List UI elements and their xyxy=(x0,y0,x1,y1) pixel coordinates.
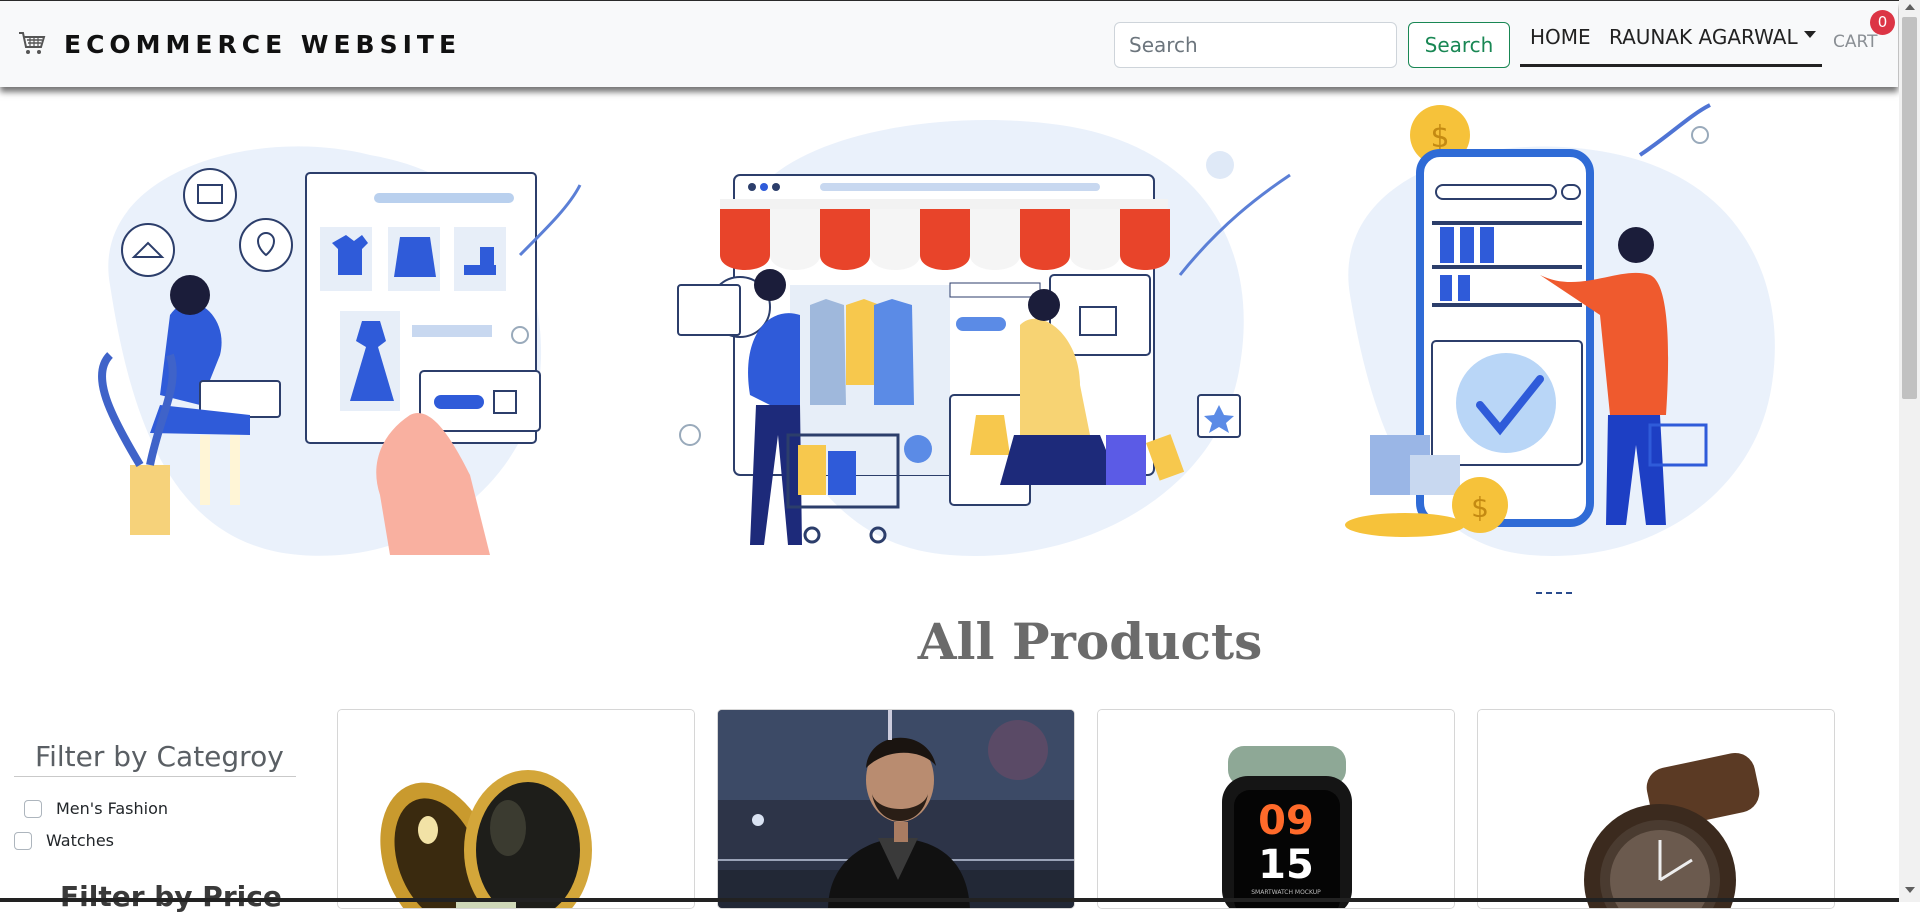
product-card[interactable] xyxy=(1477,709,1835,909)
smartwatch-mockup-image: 09 15 SMARTWATCH MOCKUP xyxy=(1098,710,1454,908)
carousel-indicator[interactable] xyxy=(1536,592,1572,596)
filter-option-label: Watches xyxy=(46,831,114,850)
product-card[interactable] xyxy=(337,709,695,909)
filter-category-title: Filter by Categroy xyxy=(35,740,284,773)
filter-option-label: Men's Fashion xyxy=(56,799,168,818)
product-card[interactable] xyxy=(717,709,1075,909)
navbar: ECOMMERCE WEBSITE Search HOME RAUNAK AGA… xyxy=(0,1,1898,87)
svg-text:$: $ xyxy=(1471,491,1489,524)
window-bottom-border xyxy=(0,898,1899,902)
hero-banner: $ $ xyxy=(0,95,1899,595)
filter-price-title: Filter by Price xyxy=(60,880,282,913)
watch-hour-text: 09 xyxy=(1258,798,1314,844)
watch-caption-text: SMARTWATCH MOCKUP xyxy=(1251,889,1321,896)
checkbox[interactable] xyxy=(24,800,42,818)
nav-cart-link[interactable]: CART xyxy=(1833,32,1877,52)
nav-active-underline xyxy=(1520,64,1822,67)
storefront-shopping-illustration xyxy=(677,120,1291,556)
user-name: RAUNAK AGARWAL xyxy=(1609,25,1798,49)
search-button[interactable]: Search xyxy=(1408,22,1510,68)
scroll-up-arrow-icon[interactable] xyxy=(1905,4,1915,10)
brand-title[interactable]: ECOMMERCE WEBSITE xyxy=(64,30,461,59)
brown-wristwatch-image xyxy=(1478,710,1834,908)
gold-pocket-watch-image xyxy=(338,710,694,908)
mobile-shopping-illustration: $ $ xyxy=(1345,103,1775,556)
nav-home-link[interactable]: HOME xyxy=(1530,25,1591,49)
user-dropdown[interactable]: RAUNAK AGARWAL xyxy=(1609,25,1816,49)
scroll-down-arrow-icon[interactable] xyxy=(1905,887,1915,893)
shopping-cart-icon xyxy=(19,32,46,54)
section-title: All Products xyxy=(917,612,1263,671)
filter-divider xyxy=(14,776,296,777)
scrollbar-thumb[interactable] xyxy=(1902,17,1917,399)
online-shopping-illustration xyxy=(98,146,582,556)
man-leather-jacket-image xyxy=(718,710,1074,908)
cart-count-badge: 0 xyxy=(1870,10,1895,35)
product-card[interactable]: 09 15 SMARTWATCH MOCKUP xyxy=(1097,709,1455,909)
watch-minute-text: 15 xyxy=(1258,842,1314,888)
search-input[interactable] xyxy=(1114,22,1397,68)
chevron-down-icon xyxy=(1803,31,1816,38)
page-scrollbar[interactable] xyxy=(1899,0,1920,902)
checkbox[interactable] xyxy=(14,832,32,850)
